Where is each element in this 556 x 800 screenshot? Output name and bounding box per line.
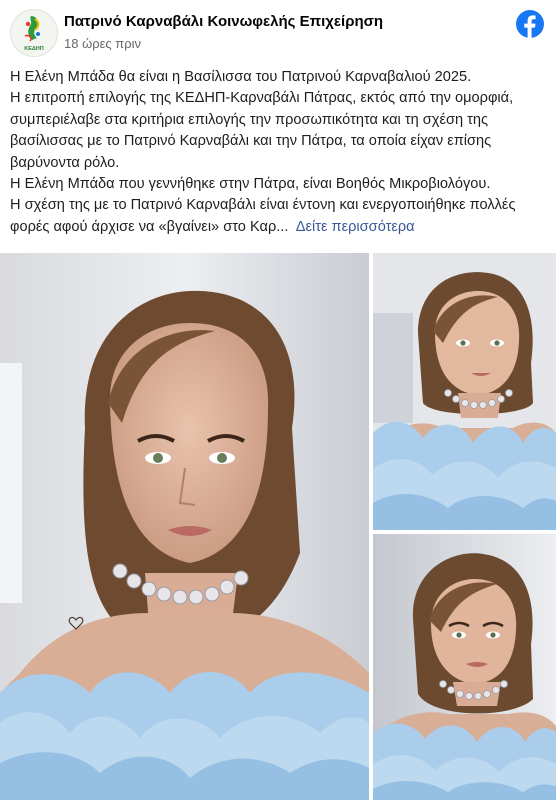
post-text-line: Η Ελένη Μπάδα που γεννήθηκε στην Πάτρα, … [10,176,491,193]
see-more-link[interactable]: Δείτε περισσότερα [296,219,415,235]
page-name-link[interactable]: Πατρινό Καρναβάλι Κοινωφελής Επιχείρηση [64,13,383,30]
avatar-text: ΚΕΔΗΠ [24,46,44,52]
post-text-line: Η σχέση της με το Πατρινό Καρναβάλι είνα… [10,195,550,238]
photo-bottom-right[interactable] [373,534,556,800]
facebook-icon[interactable] [516,10,544,38]
post-text-line: Η επιτροπή επιλογής της ΚΕΔΗΠ-Καρναβάλι … [10,90,514,171]
post-text-truncated: Η σχέση της με το Πατρινό Καρναβάλι είνα… [10,197,516,235]
carnival-logo-icon: ΚΕΔΗΠ [24,16,44,52]
post-text-line: Η Ελένη Μπάδα θα είναι η Βασίλισσα του Π… [10,69,472,85]
photo-main[interactable] [0,253,369,800]
photo-top-right[interactable] [373,253,556,530]
post-header: ΚΕΔΗΠ Πατρινό Καρναβάλι Κοινωφελής Επιχε… [0,0,556,60]
post-text: Η Ελένη Μπάδα θα είναι η Βασίλισσα του Π… [10,67,550,238]
post-timestamp[interactable]: 18 ώρες πριν [64,36,141,51]
page-avatar[interactable]: ΚΕΔΗΠ [10,9,58,57]
